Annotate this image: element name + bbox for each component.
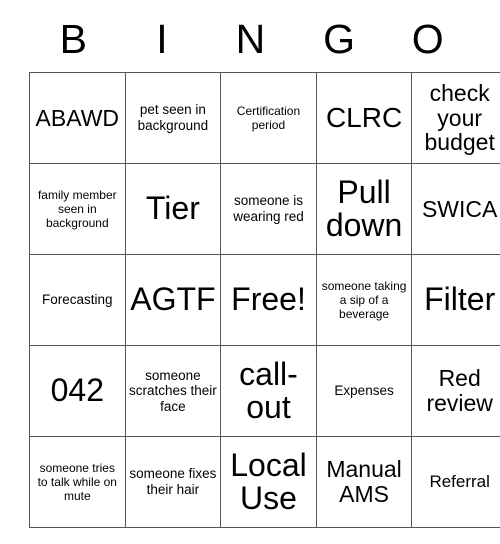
bingo-row: 042 someone scratches their face call-ou… — [29, 345, 500, 437]
bingo-cell-label: 042 — [50, 372, 104, 409]
bingo-cell[interactable]: someone tries to talk while on mute — [29, 436, 126, 528]
bingo-cell-label: Forecasting — [42, 292, 113, 308]
bingo-cell[interactable]: someone scratches their face — [124, 345, 222, 437]
bingo-cell-free[interactable]: Free! — [220, 254, 317, 346]
bingo-cell[interactable]: Red review — [411, 345, 500, 437]
bingo-cell[interactable]: Forecasting — [29, 254, 126, 346]
bingo-cell-label: SWICA — [421, 195, 498, 222]
bingo-cell[interactable]: SWICA — [411, 163, 500, 255]
bingo-cell[interactable]: someone fixes their hair — [124, 436, 222, 528]
bingo-cell-label: someone tries to talk while on mute — [37, 460, 117, 504]
bingo-cell-label: Referral — [429, 472, 490, 492]
header-letter-n: N — [235, 15, 266, 62]
bingo-cell-label: someone is wearing red — [233, 193, 304, 224]
bingo-cell[interactable]: Certification period — [220, 72, 317, 164]
bingo-cell-label: Expenses — [334, 383, 394, 399]
bingo-cell-label: check your budget — [424, 79, 495, 156]
bingo-cell[interactable]: 042 — [29, 345, 126, 437]
bingo-row: family member seen in background Tier so… — [29, 163, 500, 255]
bingo-card: B I N G O ABAWD pet seen in background C… — [29, 8, 500, 528]
bingo-cell[interactable]: pet seen in background — [124, 72, 222, 164]
bingo-cell-label: Certification period — [236, 103, 301, 132]
bingo-cell-label: Local Use — [230, 446, 307, 516]
bingo-cell-label: call-out — [239, 355, 298, 425]
bingo-cell-label: family member seen in background — [37, 187, 117, 231]
bingo-cell-label: someone taking a sip of a beverage — [321, 278, 407, 322]
bingo-cell-label: CLRC — [325, 102, 403, 134]
header-letter-o: O — [411, 15, 444, 62]
bingo-cell[interactable]: call-out — [220, 345, 317, 437]
bingo-cell-label: ABAWD — [35, 104, 120, 131]
bingo-cell[interactable]: Filter — [411, 254, 500, 346]
bingo-cell[interactable]: Referral — [411, 436, 500, 528]
bingo-cell[interactable]: someone taking a sip of a beverage — [315, 254, 413, 346]
bingo-cell[interactable]: AGTF — [124, 254, 222, 346]
header-letter-b: B — [59, 15, 87, 62]
bingo-cell[interactable]: Expenses — [315, 345, 413, 437]
bingo-row: someone tries to talk while on mute some… — [29, 436, 500, 528]
bingo-cell[interactable]: Manual AMS — [315, 436, 413, 528]
bingo-cell[interactable]: Pull down — [315, 163, 413, 255]
bingo-cell-label: pet seen in background — [137, 102, 209, 133]
bingo-cell[interactable]: CLRC — [315, 72, 413, 164]
bingo-header: B I N G O — [29, 8, 472, 72]
bingo-row: Forecasting AGTF Free! someone taking a … — [29, 254, 500, 346]
bingo-cell-label: Tier — [145, 190, 200, 227]
bingo-cell-label: Filter — [424, 281, 496, 318]
bingo-cell-label: Pull down — [325, 173, 403, 243]
header-letter-g: G — [323, 15, 356, 62]
bingo-cell-label: Free! — [231, 281, 306, 318]
bingo-cell-label: Manual AMS — [326, 456, 402, 507]
bingo-cell[interactable]: ABAWD — [29, 72, 126, 164]
bingo-cell[interactable]: Tier — [124, 163, 222, 255]
bingo-cell-label: AGTF — [130, 281, 216, 318]
bingo-cell[interactable]: check your budget — [411, 72, 500, 164]
bingo-cell[interactable]: someone is wearing red — [220, 163, 317, 255]
bingo-grid: ABAWD pet seen in background Certificati… — [29, 72, 500, 528]
bingo-row: ABAWD pet seen in background Certificati… — [29, 72, 500, 164]
bingo-cell-label: someone scratches their face — [128, 367, 217, 414]
bingo-cell-label: someone fixes their hair — [129, 466, 217, 497]
header-letter-i: I — [156, 15, 168, 62]
bingo-cell[interactable]: family member seen in background — [29, 163, 126, 255]
bingo-cell[interactable]: Local Use — [220, 436, 317, 528]
bingo-cell-label: Red review — [426, 365, 493, 416]
